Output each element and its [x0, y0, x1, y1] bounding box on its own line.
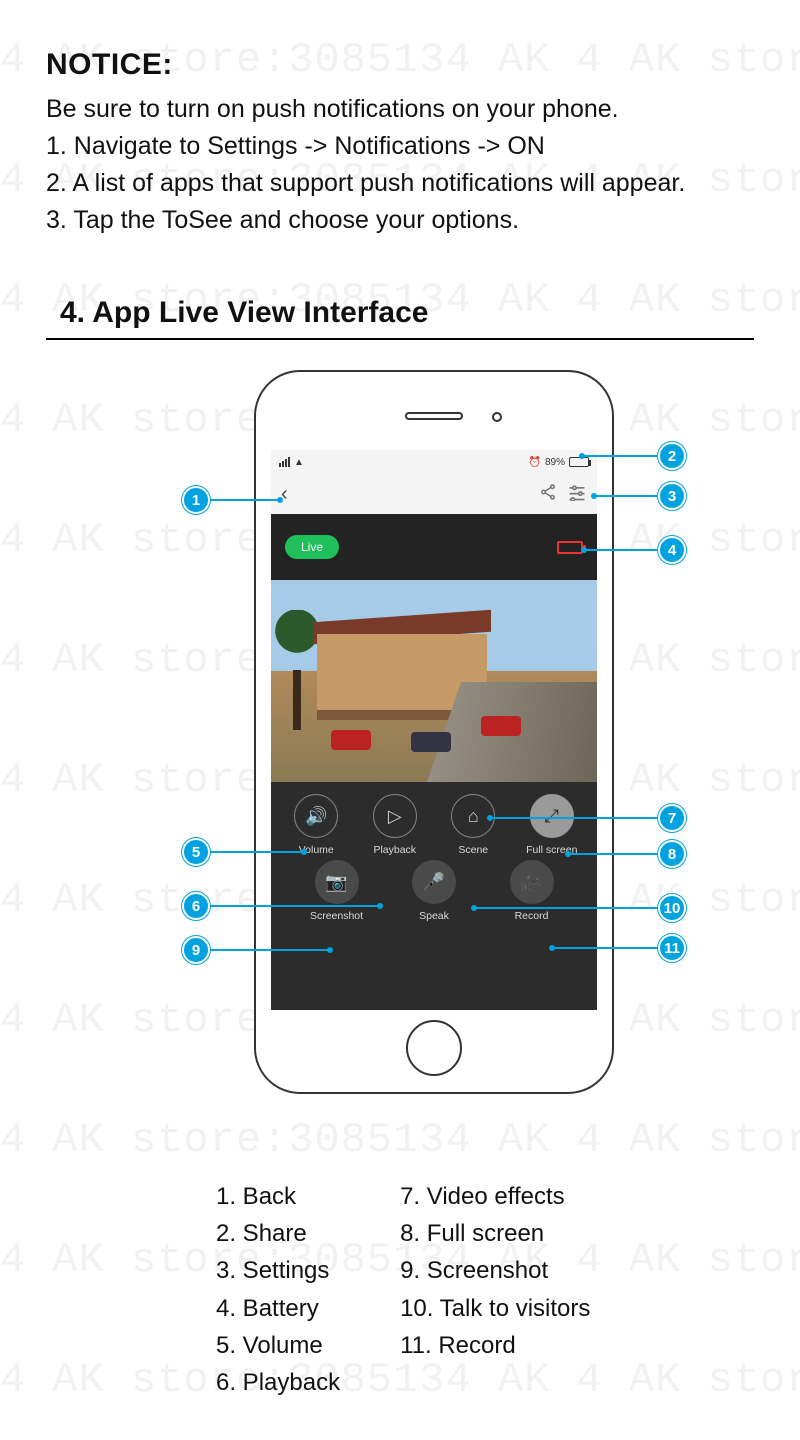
- page: 4 AK store:3085134 AK 4 AK store:3085134…: [0, 0, 800, 1424]
- notice-body: Be sure to turn on push notifications on…: [46, 92, 754, 238]
- notice-heading: NOTICE:: [46, 48, 754, 82]
- callout-4: 4: [658, 536, 686, 564]
- scene-icon: ⌂: [451, 794, 495, 838]
- wifi-icon: ▲: [294, 457, 304, 468]
- share-button[interactable]: [539, 483, 557, 506]
- callout-9: 9: [182, 936, 210, 964]
- callout-3: 3: [658, 482, 686, 510]
- legend-col-right: 7. Video effects 8. Full screen 9. Scree…: [400, 1178, 590, 1401]
- callout-6: 6: [182, 892, 210, 920]
- speak-icon: 🎤: [412, 860, 456, 904]
- callout-7: 7: [658, 804, 686, 832]
- notice-intro: Be sure to turn on push notifications on…: [46, 92, 754, 127]
- legend-col-left: 1. Back 2. Share 3. Settings 4. Battery …: [216, 1178, 340, 1401]
- phone-screen: ▲ ⏰ 89% ‹: [271, 450, 597, 1010]
- signal-icon: [279, 457, 290, 467]
- screenshot-icon: 📷: [315, 860, 359, 904]
- controls-panel: 🔊 Volume ▷ Playback ⌂ Scene: [271, 782, 597, 934]
- notice-step-3: 3. Tap the ToSee and choose your options…: [46, 203, 754, 238]
- speak-button[interactable]: 🎤 Speak: [396, 860, 472, 922]
- back-button[interactable]: ‹: [281, 483, 288, 506]
- callout-5: 5: [182, 838, 210, 866]
- settings-button[interactable]: [567, 483, 587, 506]
- alarm-icon: ⏰: [529, 457, 541, 468]
- phone-diagram: ▲ ⏰ 89% ‹: [46, 370, 754, 1160]
- live-badge: Live: [285, 535, 339, 559]
- phone-speaker: [405, 412, 463, 420]
- fullscreen-icon: ⤢: [530, 794, 574, 838]
- fullscreen-button[interactable]: ⤢ Full screen: [514, 794, 590, 856]
- record-icon: 🎥: [510, 860, 554, 904]
- device-battery-icon: [557, 541, 583, 554]
- battery-icon: [569, 457, 589, 467]
- section-divider: [46, 338, 754, 340]
- callout-2: 2: [658, 442, 686, 470]
- phone-frame: ▲ ⏰ 89% ‹: [254, 370, 614, 1094]
- screenshot-button[interactable]: 📷 Screenshot: [299, 860, 375, 922]
- section-title: 4. App Live View Interface: [60, 296, 754, 330]
- callout-8: 8: [658, 840, 686, 868]
- phone-front-camera: [492, 412, 502, 422]
- scene-button[interactable]: ⌂ Scene: [435, 794, 511, 856]
- callout-1: 1: [182, 486, 210, 514]
- notice-step-2: 2. A list of apps that support push noti…: [46, 166, 754, 201]
- playback-icon: ▷: [373, 794, 417, 838]
- app-nav-bar: ‹: [271, 474, 597, 514]
- status-bar: ▲ ⏰ 89%: [271, 450, 597, 474]
- callout-10: 10: [658, 894, 686, 922]
- live-video-feed[interactable]: [271, 580, 597, 782]
- volume-icon: 🔊: [294, 794, 338, 838]
- callout-11: 11: [658, 934, 686, 962]
- legend: 1. Back 2. Share 3. Settings 4. Battery …: [46, 1160, 754, 1401]
- live-bar: Live: [271, 514, 597, 580]
- record-button[interactable]: 🎥 Record: [494, 860, 570, 922]
- playback-button[interactable]: ▷ Playback: [357, 794, 433, 856]
- volume-button[interactable]: 🔊 Volume: [278, 794, 354, 856]
- battery-percent: 89%: [545, 457, 565, 468]
- notice-step-1: 1. Navigate to Settings -> Notifications…: [46, 129, 754, 164]
- home-button[interactable]: [406, 1020, 462, 1076]
